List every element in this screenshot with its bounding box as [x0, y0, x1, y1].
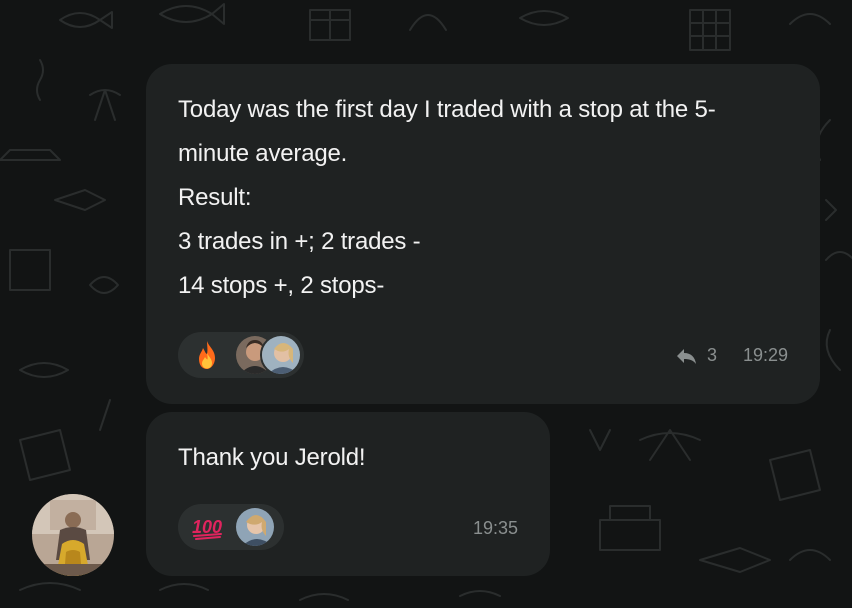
- message-line: minute average.: [178, 140, 348, 167]
- sender-avatar[interactable]: [32, 494, 114, 576]
- reactor-avatar: [260, 334, 302, 376]
- reply-count[interactable]: 3: [707, 345, 717, 366]
- message-text: Today was the first day I traded with a …: [178, 88, 788, 308]
- message-meta: 3 19:29: [675, 345, 788, 366]
- message-time: 19:29: [742, 345, 788, 365]
- message-line: Thank you Jerold!: [178, 444, 366, 471]
- message-line: Today was the first day I traded with a …: [178, 96, 716, 123]
- message-bubble-2[interactable]: Thank you Jerold! 100 19:35: [146, 412, 550, 576]
- reaction-pill[interactable]: 100: [178, 504, 284, 550]
- message-text: Thank you Jerold!: [178, 436, 366, 480]
- message-line: 14 stops +, 2 stops-: [178, 272, 385, 299]
- reaction-pill[interactable]: [178, 332, 304, 378]
- message-time: 19:35: [472, 518, 518, 538]
- message-bubble-1[interactable]: Today was the first day I traded with a …: [146, 64, 820, 404]
- hundred-points-emoji-icon: 100: [192, 517, 222, 540]
- message-line: Result:: [178, 184, 252, 211]
- reactor-avatar: [234, 506, 276, 548]
- message-line: 3 trades in +; 2 trades -: [178, 228, 421, 255]
- fire-emoji-icon: [199, 341, 215, 369]
- message-meta: 19:35: [473, 518, 518, 539]
- reply-arrow-icon[interactable]: [675, 347, 697, 365]
